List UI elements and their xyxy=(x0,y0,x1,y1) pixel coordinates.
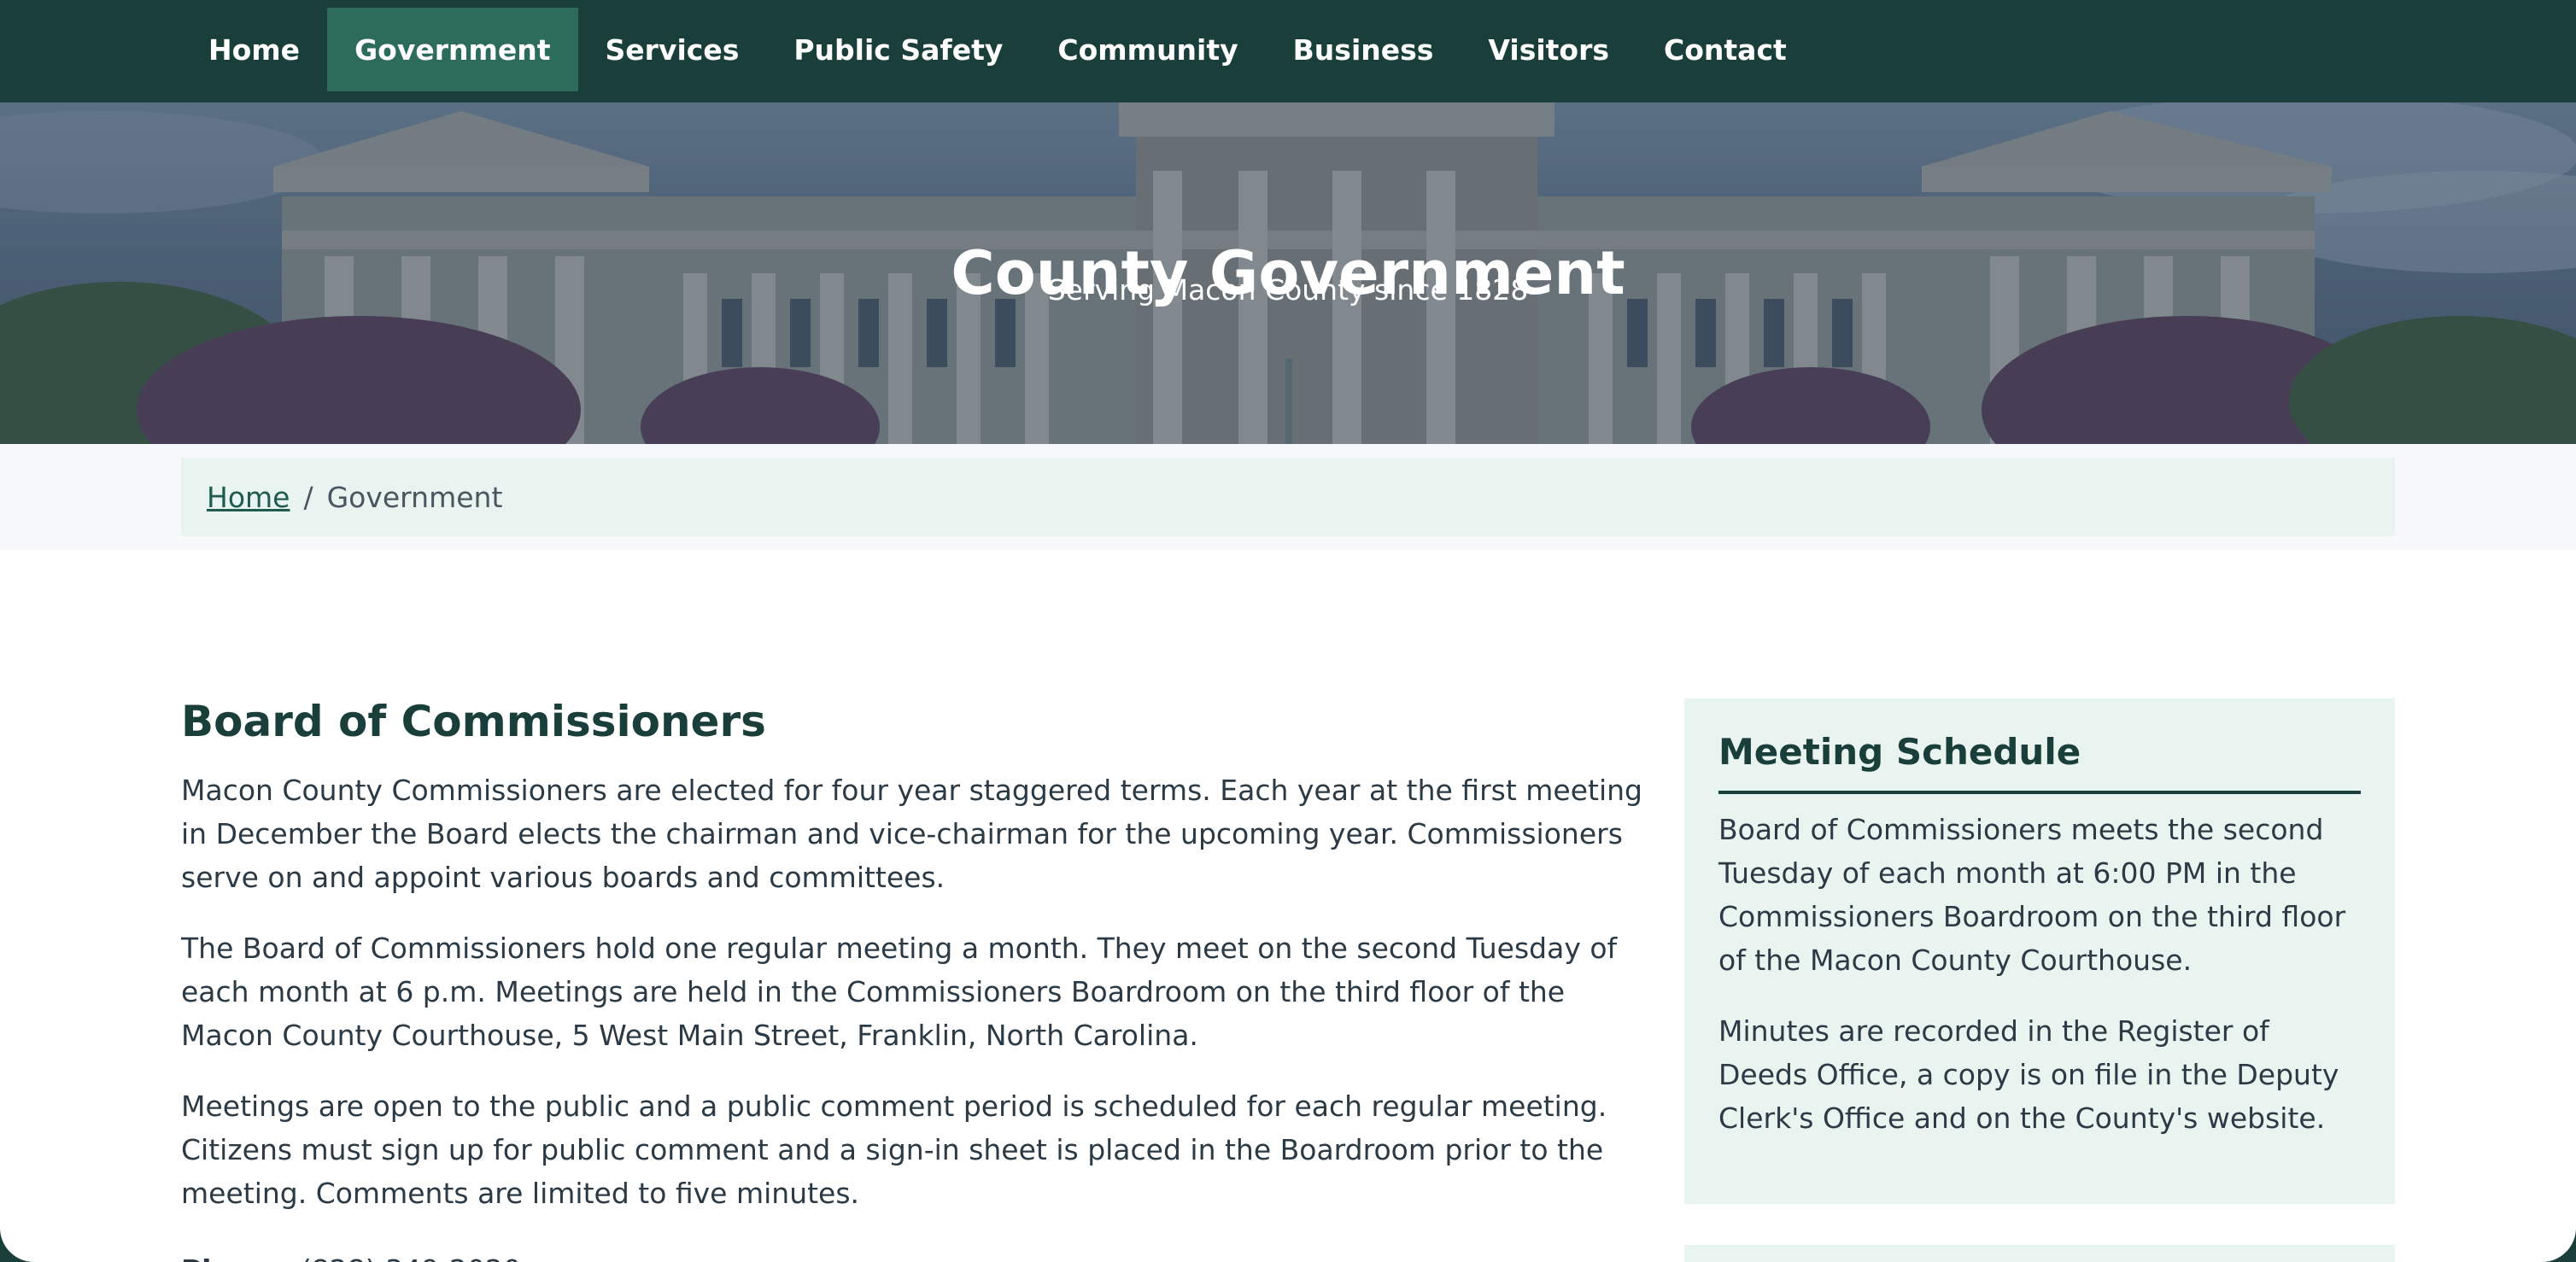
meetings-paragraph: The Board of Commissioners hold one regu… xyxy=(181,932,1618,1052)
phone-line: Phone: (828) 349-2020 xyxy=(181,1248,521,1262)
nav-item-home[interactable]: Home xyxy=(181,8,327,91)
public-comment-paragraph: Meetings are open to the public and a pu… xyxy=(181,1090,1607,1210)
meeting-schedule-text: Board of Commissioners meets the second … xyxy=(1718,813,2346,977)
hero-subtitle: Serving Macon County since 1828 xyxy=(1047,273,1529,307)
breadcrumb-current: Government xyxy=(326,480,503,514)
intro-paragraph: Macon County Commissioners are elected f… xyxy=(181,774,1642,894)
main-navigation: Home Government Services Public Safety C… xyxy=(0,0,2576,102)
nav-items: Home Government Services Public Safety C… xyxy=(181,0,1814,94)
nav-item-services[interactable]: Services xyxy=(578,8,767,91)
breadcrumb-separator: / xyxy=(303,480,313,514)
page-title: Board of Commissioners xyxy=(181,697,766,746)
breadcrumb-home-link[interactable]: Home xyxy=(207,481,290,514)
breadcrumb: Home / Government xyxy=(181,458,2395,536)
meeting-schedule-title: Meeting Schedule xyxy=(1718,731,2081,773)
phone-value[interactable]: (828) 349-2020 xyxy=(301,1253,521,1262)
nav-item-visitors[interactable]: Visitors xyxy=(1461,8,1636,91)
nav-item-public-safety[interactable]: Public Safety xyxy=(766,8,1030,91)
minutes-text: Minutes are recorded in the Register of … xyxy=(1718,1014,2339,1135)
phone-label: Phone: xyxy=(181,1253,291,1262)
breadcrumb-band: Home / Government xyxy=(0,444,2576,550)
nav-item-government[interactable]: Government xyxy=(327,8,578,91)
meeting-schedule-card: Meeting Schedule Board of Commissioners … xyxy=(1684,698,2395,1204)
nav-item-contact[interactable]: Contact xyxy=(1636,8,1814,91)
meeting-schedule-divider xyxy=(1718,791,2361,794)
hero-banner: County Government Serving Macon County s… xyxy=(0,102,2576,444)
page: Home Government Services Public Safety C… xyxy=(0,0,2576,1262)
nav-item-community[interactable]: Community xyxy=(1030,8,1265,91)
secondary-sidebar-card xyxy=(1684,1245,2395,1262)
nav-item-business[interactable]: Business xyxy=(1266,8,1461,91)
